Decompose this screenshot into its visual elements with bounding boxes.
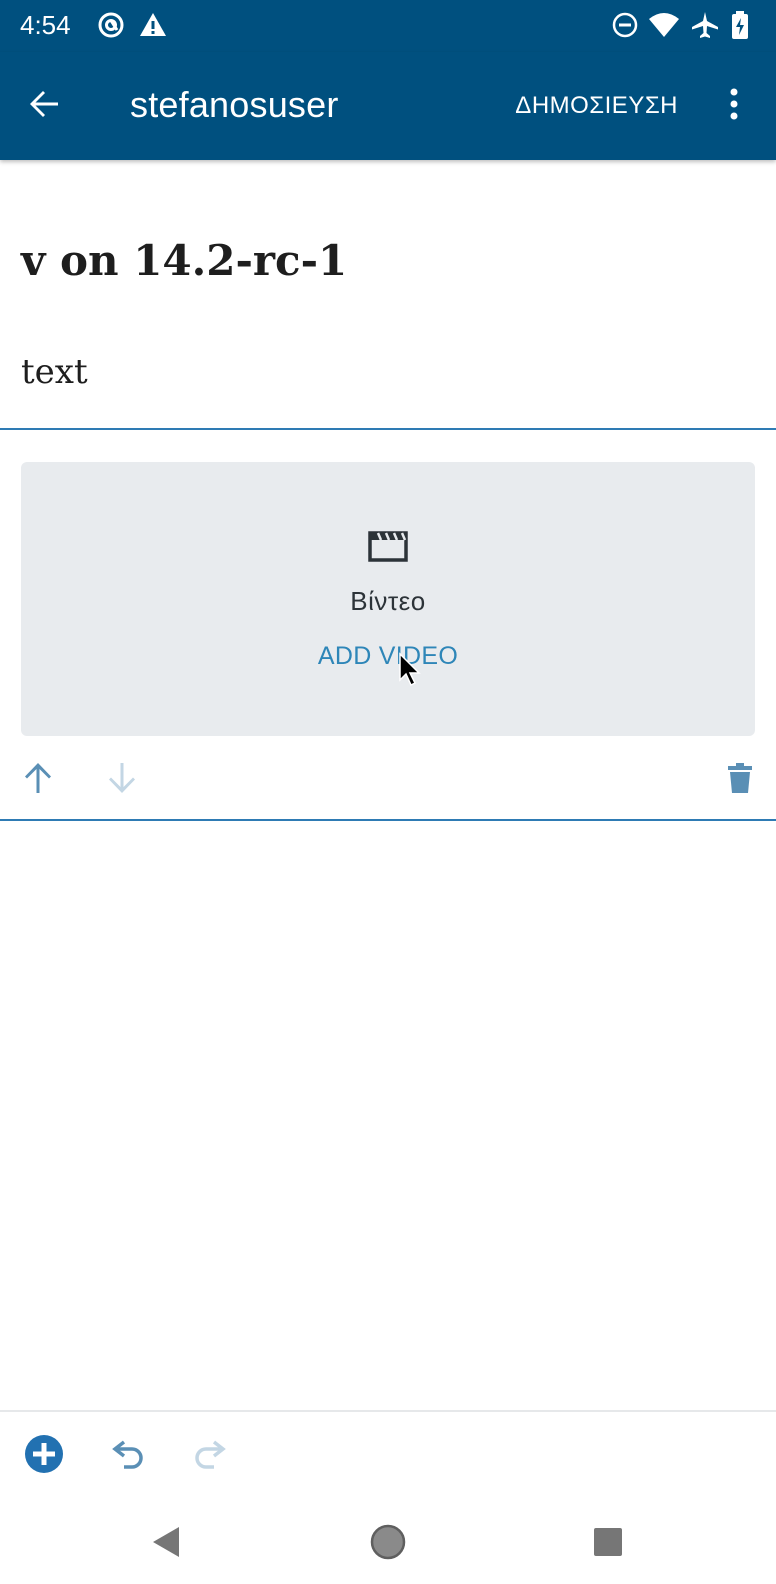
video-clapper-icon <box>367 524 409 566</box>
remove-block-button[interactable] <box>720 760 760 800</box>
app-bar: stefanosuser ΔΗΜΟΣΙΕΥΣΗ <box>0 52 776 160</box>
system-navigation-bar <box>0 1500 776 1584</box>
add-video-button[interactable]: ADD VIDEO <box>21 642 755 671</box>
move-block-up-button[interactable] <box>18 760 58 800</box>
redo-button[interactable] <box>186 1432 234 1480</box>
site-title: stefanosuser <box>130 84 339 125</box>
trash-icon <box>726 762 754 799</box>
publish-button[interactable]: ΔΗΜΟΣΙΕΥΣΗ <box>515 92 678 120</box>
move-block-down-button[interactable] <box>102 760 142 800</box>
arrow-down-icon <box>106 761 138 800</box>
back-button[interactable] <box>20 82 68 130</box>
battery-charging-icon <box>730 10 750 40</box>
more-vertical-icon <box>729 87 739 126</box>
post-title[interactable]: v on 14.2-rc-1 <box>21 236 347 285</box>
redo-icon <box>192 1436 228 1477</box>
at-sign-icon <box>96 10 126 40</box>
video-block-label: Βίντεο <box>350 586 426 616</box>
video-block-placeholder[interactable]: Βίντεο ADD VIDEO <box>21 462 755 736</box>
nav-recents-button[interactable] <box>584 1520 632 1568</box>
status-bar: 4:54 <box>0 0 776 52</box>
status-time: 4:54 <box>20 10 71 40</box>
add-block-icon <box>24 1434 64 1479</box>
warning-icon <box>138 10 168 40</box>
add-block-button[interactable] <box>20 1432 68 1480</box>
nav-home-button[interactable] <box>364 1520 412 1568</box>
more-options-button[interactable] <box>712 84 756 128</box>
paragraph-block[interactable]: text <box>21 352 88 392</box>
airplane-icon <box>690 10 720 40</box>
undo-icon <box>110 1436 146 1477</box>
editor-bottom-toolbar <box>0 1410 776 1500</box>
wifi-icon <box>648 10 679 40</box>
back-triangle-icon <box>149 1525 183 1564</box>
arrow-up-icon <box>22 761 54 800</box>
block-selection-border-top <box>0 428 776 430</box>
arrow-back-icon <box>26 86 62 127</box>
mouse-cursor-icon <box>398 652 422 688</box>
undo-button[interactable] <box>104 1432 152 1480</box>
block-selection-border-bottom <box>0 819 776 821</box>
do-not-disturb-icon <box>610 10 640 40</box>
home-circle-icon <box>369 1523 407 1566</box>
recents-square-icon <box>592 1526 624 1563</box>
nav-back-button[interactable] <box>142 1520 190 1568</box>
